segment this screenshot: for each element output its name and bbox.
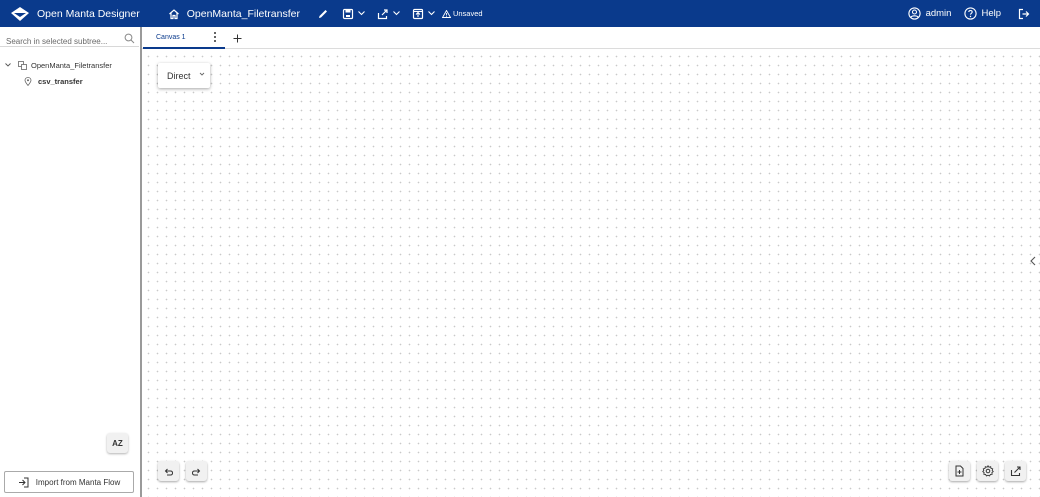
location-pin-icon	[23, 76, 33, 86]
undo-button[interactable]	[158, 461, 179, 481]
import-label: Import from Manta Flow	[35, 477, 121, 487]
gear-icon	[981, 465, 994, 477]
save-icon[interactable]	[341, 7, 355, 21]
diamond-logo-icon	[11, 5, 29, 23]
save-status: Unsaved	[441, 9, 483, 18]
search-icon[interactable]	[124, 33, 135, 44]
user-menu[interactable]: admin	[907, 7, 952, 20]
help-icon	[964, 7, 978, 20]
tree-item-csv-transfer[interactable]: csv_transfer	[0, 73, 139, 89]
help-label: Help	[981, 8, 1001, 19]
top-bar: Open Manta Designer OpenManta_Filetransf…	[0, 0, 1040, 27]
tree-item-label: OpenManta_Filetransfer	[31, 60, 112, 70]
chevron-down-icon[interactable]	[428, 7, 436, 21]
import-button[interactable]: Import from Manta Flow	[4, 471, 134, 493]
sort-az-button[interactable]: AZ	[107, 433, 128, 453]
import-icon	[18, 477, 29, 487]
search-box	[0, 31, 139, 49]
new-file-button[interactable]	[949, 461, 970, 481]
search-input[interactable]	[0, 34, 120, 49]
project-name: OpenManta_Filetransfer	[186, 7, 300, 20]
user-name: admin	[925, 8, 952, 19]
sidebar: OpenManta_Filetransfer csv_transfer AZ I…	[0, 27, 140, 497]
export-icon[interactable]	[376, 7, 390, 21]
direct-node[interactable]: Direct	[158, 63, 210, 88]
pencil-icon[interactable]	[316, 7, 330, 21]
canvas[interactable]: Direct	[142, 50, 1040, 497]
settings-button[interactable]	[977, 461, 998, 481]
chevron-left-icon[interactable]	[1029, 255, 1037, 267]
chevron-down-icon[interactable]	[4, 61, 12, 69]
share-icon	[1010, 466, 1021, 477]
home-icon[interactable]	[167, 7, 181, 21]
chevron-down-icon[interactable]	[393, 7, 401, 21]
undo-icon	[164, 468, 174, 475]
project-icon	[17, 60, 27, 70]
add-tab-button[interactable]	[231, 31, 243, 45]
sort-label: AZ	[112, 438, 123, 448]
logout-icon[interactable]	[1017, 7, 1031, 21]
app-title: Open Manta Designer	[37, 7, 140, 20]
tab-label: Canvas 1	[156, 33, 186, 41]
warning-icon	[441, 9, 451, 18]
tree-item-root[interactable]: OpenManta_Filetransfer	[0, 57, 139, 73]
redo-icon	[191, 468, 201, 475]
tree-item-label: csv_transfer	[38, 76, 83, 86]
status-text: Unsaved	[452, 9, 483, 18]
kebab-menu-icon[interactable]	[213, 32, 217, 42]
help-button[interactable]: Help	[964, 7, 1001, 20]
chevron-down-icon[interactable]	[358, 7, 366, 21]
share-button[interactable]	[1005, 461, 1026, 481]
user-icon	[907, 7, 921, 20]
tab-bar: Canvas 1	[142, 27, 1040, 49]
project-tree: OpenManta_Filetransfer csv_transfer	[0, 57, 139, 89]
publish-icon[interactable]	[411, 7, 425, 21]
tab-canvas-1[interactable]: Canvas 1	[143, 27, 225, 49]
chevron-down-icon[interactable]	[199, 71, 205, 77]
node-label: Direct	[167, 70, 191, 81]
new-file-icon	[955, 465, 964, 477]
redo-button[interactable]	[186, 461, 207, 481]
